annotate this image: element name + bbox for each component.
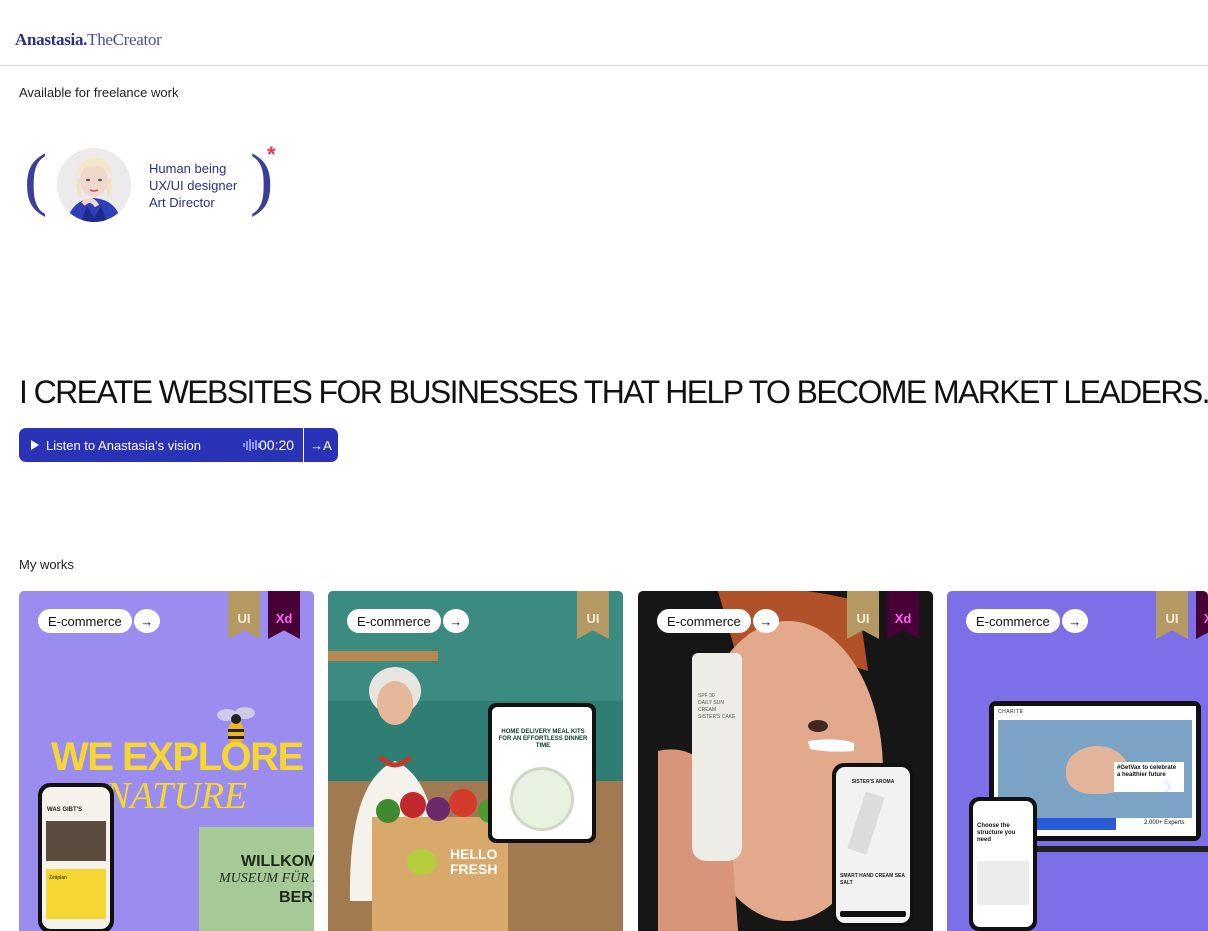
listen-button[interactable]: Listen to Anastasia's vision 00:20 — [19, 428, 303, 462]
arrow-right-icon: → — [752, 609, 779, 633]
site-header: Anastasia.TheCreator — [0, 0, 1208, 66]
category-tag[interactable]: E-commerce → — [966, 609, 1088, 633]
asterisk-icon: * — [267, 142, 276, 167]
work-card-sisters-aroma[interactable]: E-commerce → UI Xd SPF 30 DAILY SUN CREA… — [638, 591, 933, 931]
tablet-mockup: HOME DELIVERY MEAL KITS FOR AN EFFORTLES… — [488, 703, 596, 843]
work-card-hellofresh[interactable]: E-commerce → UI HELLO FRESH HOME DELIVER… — [328, 591, 623, 931]
left-parenthesis: ( — [24, 141, 48, 218]
arrow-right-icon: → — [310, 437, 324, 453]
role-director: Art Director — [149, 195, 215, 210]
language-label: A — [323, 437, 332, 453]
logo[interactable]: Anastasia.TheCreator — [15, 30, 162, 50]
kitchen-shelf — [328, 651, 438, 661]
panel-subtitle: MUSEUM FÜR N — [219, 871, 314, 886]
structure-bar — [1032, 818, 1116, 830]
badge-xd: Xd — [1196, 591, 1208, 639]
logo-name: Anastasia. — [15, 30, 88, 49]
work-card-museum[interactable]: E-commerce → UI Xd WE EXPLORE NATURE WIL… — [19, 591, 314, 931]
hero-text: #GetVax to celebrate a healthier future — [1114, 762, 1184, 792]
arrow-right-icon: → — [133, 609, 160, 633]
arrow-right-icon: → — [442, 609, 469, 633]
language-button[interactable]: → A — [304, 428, 338, 462]
category-label: E-commerce — [657, 609, 751, 633]
category-tag[interactable]: E-commerce → — [657, 609, 779, 633]
phone-mockup: WAS GIBT'S Zeitplan — [38, 783, 114, 931]
card-headline-italic: NATURE — [105, 775, 248, 817]
phone-cart-button — [840, 911, 906, 917]
badge-xd: Xd — [887, 591, 919, 639]
lime-logo — [407, 849, 437, 875]
hero-headline: I CREATE WEBSITES FOR BUSINESSES THAT HE… — [19, 374, 1208, 410]
phone-title: SISTER'S AROMA — [851, 779, 895, 785]
badge-ui: UI — [228, 591, 260, 639]
waveform-icon — [243, 439, 260, 451]
panel-city: BERL — [279, 889, 314, 906]
badge-ui: UI — [1156, 591, 1188, 639]
category-label: E-commerce — [347, 609, 441, 633]
play-icon — [31, 440, 39, 450]
arrow-right-icon: → — [1061, 609, 1088, 633]
category-tag[interactable]: E-commerce → — [347, 609, 469, 633]
badge-xd: Xd — [268, 591, 300, 639]
phone-heading: WAS GIBT'S — [47, 807, 83, 813]
avatar — [57, 148, 131, 222]
avatar-portrait — [57, 148, 131, 222]
phone-image — [977, 861, 1029, 905]
phone-product-image — [847, 791, 885, 855]
logo-tagline: TheCreator — [87, 30, 162, 49]
stat-experts: 2.000+ Experts — [1144, 820, 1185, 826]
phone-button: Zeitplan — [49, 875, 67, 881]
role-human: Human being — [149, 161, 227, 176]
listen-label: Listen to Anastasia's vision — [46, 437, 201, 453]
meal-bowl — [510, 767, 574, 831]
panel-title: WILLKOM — [241, 853, 314, 870]
category-label: E-commerce — [966, 609, 1060, 633]
phone-mockup: SISTER'S AROMA SMART HAND CREAM SEA SALT — [832, 763, 914, 927]
profile-roles: Human being UX/UI designer Art Director — [149, 160, 237, 211]
phone-product: SMART HAND CREAM SEA SALT — [840, 873, 905, 886]
phone-photo — [46, 821, 106, 861]
availability-status: Available for freelance work — [19, 85, 179, 100]
profile-block: ( Human being UX/UI designer Art Directo… — [24, 141, 296, 226]
phone-text: Choose the structure you need — [977, 823, 1016, 843]
role-designer: UX/UI designer — [149, 178, 238, 193]
category-tag[interactable]: E-commerce → — [38, 609, 160, 633]
category-label: E-commerce — [38, 609, 132, 633]
works-section-title: My works — [19, 557, 74, 572]
audio-duration: 00:20 — [259, 437, 295, 453]
audio-player: Listen to Anastasia's vision 00:20 → A — [19, 428, 338, 462]
box-brand: HELLO FRESH — [450, 846, 498, 877]
site-panel: WILLKOM MUSEUM FÜR N BERL — [199, 827, 314, 931]
site-logo: CHARITE — [998, 709, 1024, 715]
carousel-next-icon[interactable]: › — [1163, 769, 1172, 801]
tablet-title: HOME DELIVERY MEAL KITS FOR AN EFFORTLES… — [498, 729, 588, 749]
tube-label: SPF 30 DAILY SUN CREAM SISTER'S CAKE — [698, 693, 736, 720]
cream-tube: SPF 30 DAILY SUN CREAM SISTER'S CAKE — [692, 653, 742, 861]
phone-mockup: Choose the structure you need — [969, 797, 1037, 931]
work-card-charite[interactable]: E-commerce → UI Xd CHARITE #GetVax to ce… — [947, 591, 1208, 931]
